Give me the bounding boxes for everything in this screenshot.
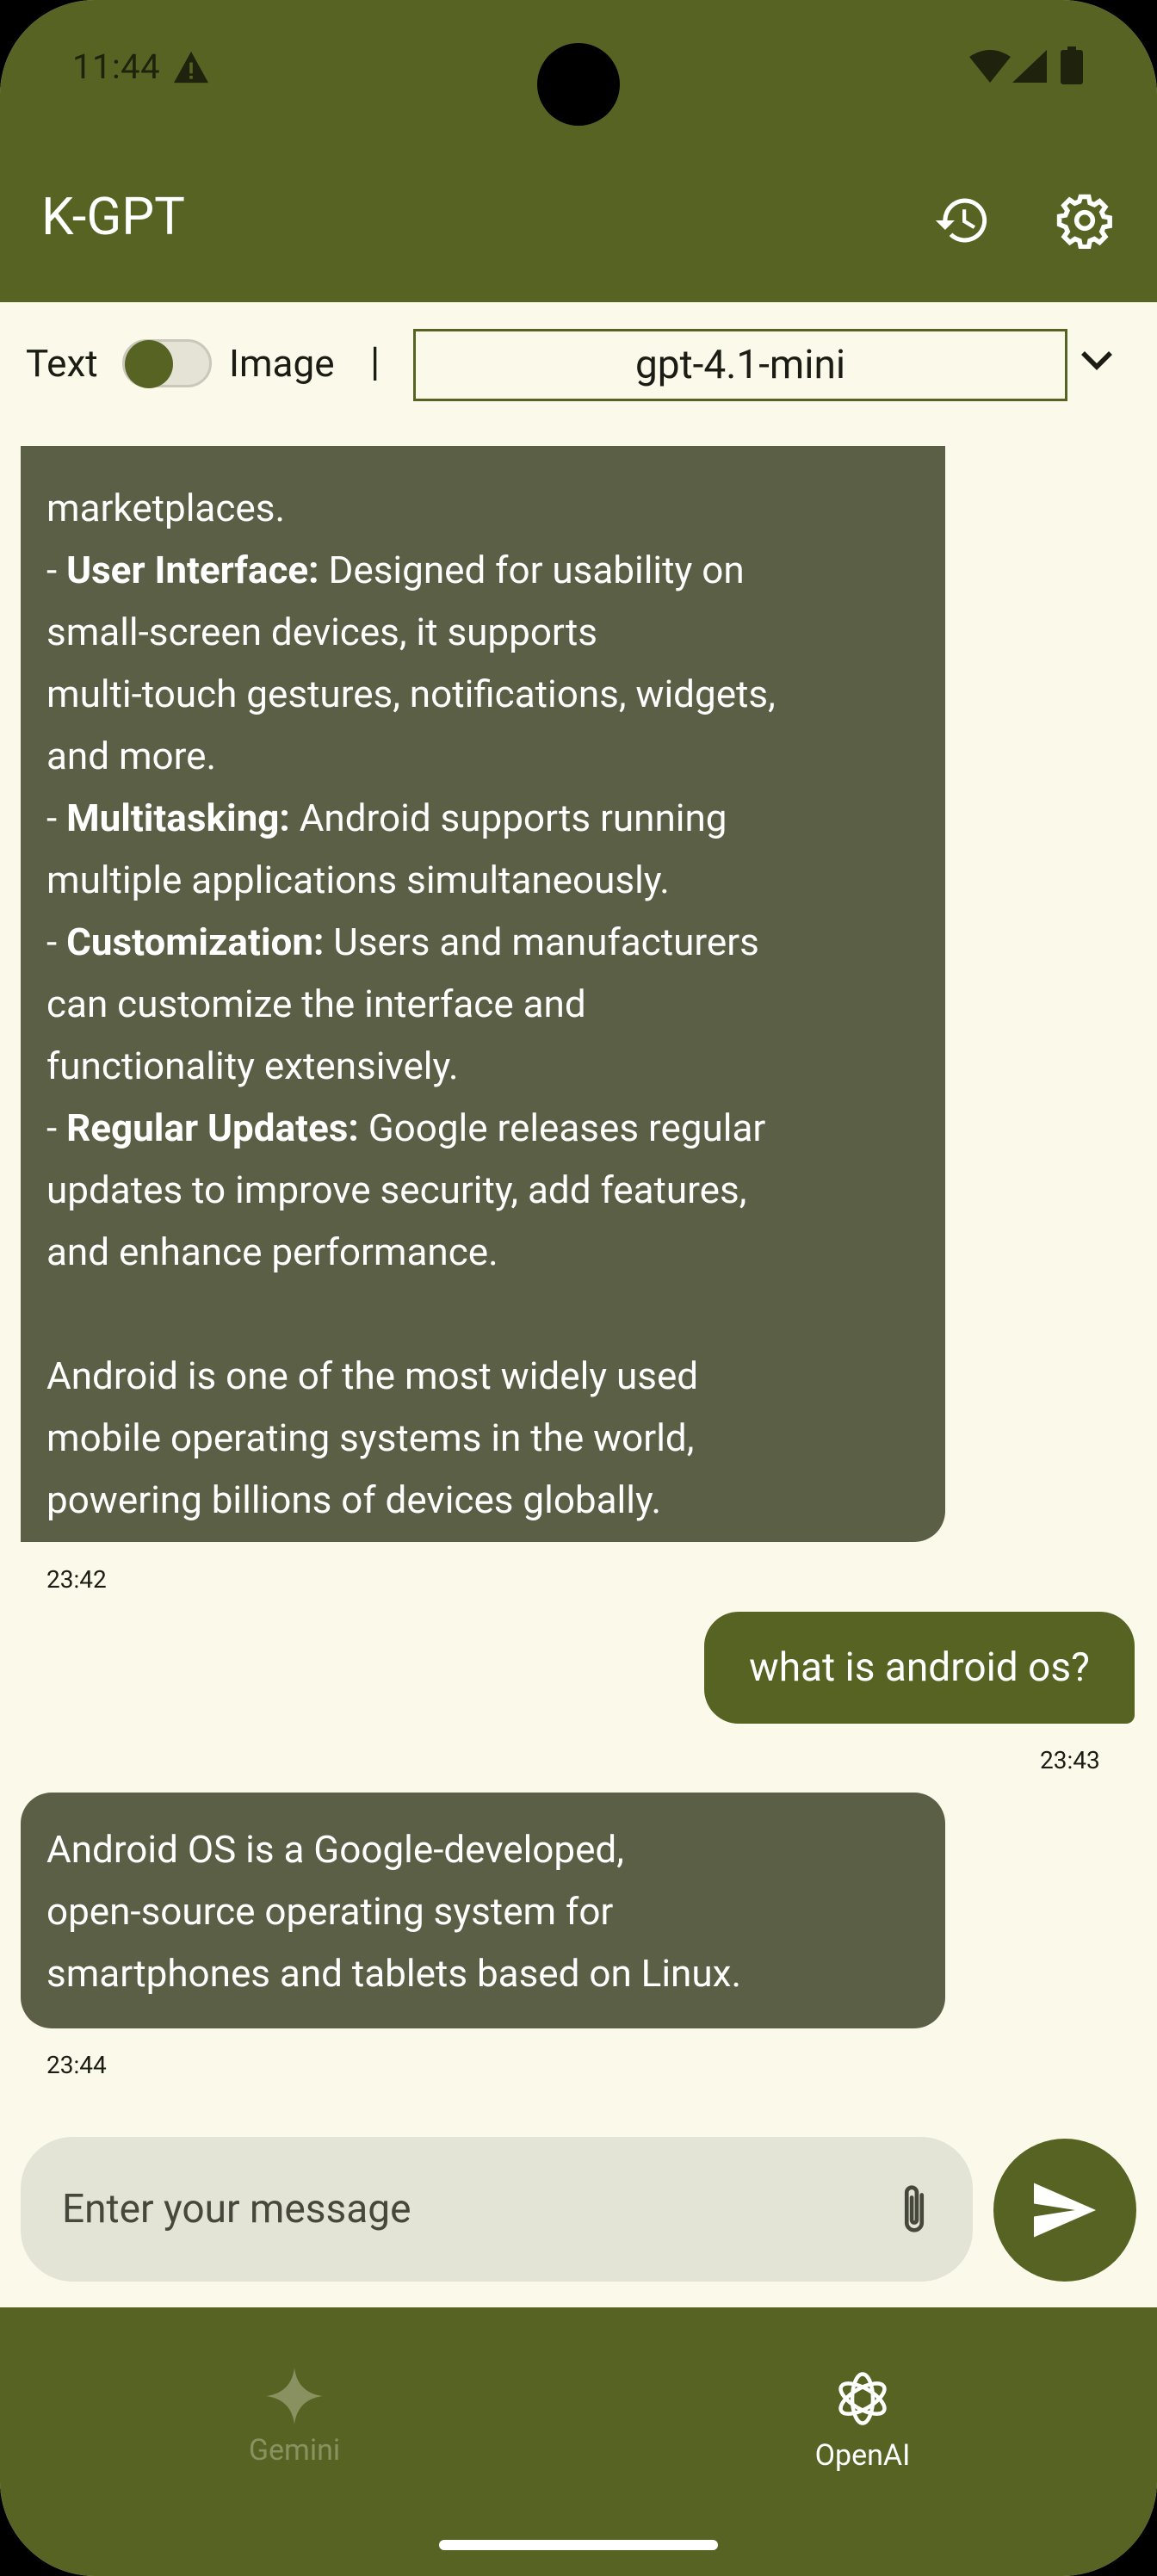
line-text: Users and manufacturers (324, 920, 759, 964)
text-mode-label: Text (26, 341, 98, 386)
assistant-message-line (46, 1283, 925, 1345)
line-prefix: - (46, 920, 67, 964)
settings-icon (1056, 194, 1112, 249)
line-bold-term: User Interface: (66, 548, 319, 592)
gemini-icon (266, 2368, 323, 2424)
settings-button[interactable] (1049, 184, 1121, 257)
chevron-down-icon[interactable] (1080, 348, 1114, 375)
nav-item-gemini[interactable]: Gemini (165, 2368, 424, 2468)
assistant-message-line: marketplaces. (46, 477, 925, 539)
text-image-toggle[interactable] (122, 339, 212, 388)
send-button[interactable] (993, 2139, 1136, 2282)
line-text: Android is one of the most widely used (46, 1353, 699, 1398)
line-bold-term: Customization: (66, 920, 325, 964)
app-title: K-GPT (41, 186, 185, 247)
message-timestamp: 23:43 (1040, 1746, 1100, 1774)
line-bold-term: Regular Updates: (66, 1105, 359, 1150)
line-prefix: - (46, 796, 67, 840)
assistant-message-line: multiple applications simultaneously. (46, 849, 925, 911)
message-input[interactable] (62, 2137, 837, 2282)
line-text: and enhance performance. (46, 1229, 498, 1274)
assistant-message-line: smartphones and tablets based on Linux. (46, 1951, 742, 1996)
assistant-message-line: and more. (46, 725, 925, 787)
line-text: multiple applications simultaneously. (46, 858, 670, 902)
openai-icon (838, 2372, 887, 2425)
line-text: marketplaces. (46, 486, 286, 530)
assistant-message-line: - Multitasking: Android supports running (46, 787, 925, 849)
assistant-message-line: powering billions of devices globally. (46, 1469, 925, 1531)
line-text: Designed for usability on (319, 548, 745, 592)
line-text: small-screen devices, it supports (46, 610, 597, 654)
message-input-container (21, 2137, 973, 2282)
user-message-bubble: what is android os? (704, 1612, 1135, 1724)
line-text: mobile operating systems in the world, (46, 1415, 695, 1460)
assistant-message-line: multi-touch gestures, notifications, wid… (46, 663, 925, 725)
toggle-knob (125, 340, 173, 388)
status-time: 11:44 (72, 46, 161, 87)
top-app-bar: 11:44 K-GPT (0, 0, 1157, 302)
line-text: and more. (46, 734, 217, 778)
assistant-message-line: - Customization: Users and manufacturers (46, 911, 925, 973)
assistant-message-line: Android is one of the most widely used (46, 1345, 925, 1407)
assistant-message-line: and enhance performance. (46, 1221, 925, 1283)
assistant-message-line: functionality extensively. (46, 1035, 925, 1097)
send-icon (1034, 2183, 1096, 2238)
assistant-message-line: - User Interface: Designed for usability… (46, 539, 925, 601)
assistant-message-line: open-source operating system for (46, 1889, 614, 1934)
message-timestamp: 23:44 (46, 2051, 107, 2079)
status-bar: 11:44 (0, 0, 1157, 138)
nav-label-openai: OpenAI (814, 2438, 911, 2473)
line-text: can customize the interface and (46, 981, 586, 1026)
image-mode-label: Image (229, 341, 335, 386)
mode-row: Text Image | gpt-4.1-mini (0, 322, 1157, 408)
line-text: Android supports running (289, 796, 727, 840)
cell-signal-icon (1012, 50, 1047, 86)
line-text: Google releases regular (358, 1105, 766, 1150)
paperclip-icon[interactable] (895, 2180, 933, 2244)
line-text: updates to improve security, add feature… (46, 1167, 747, 1212)
assistant-message-line: mobile operating systems in the world, (46, 1407, 925, 1469)
wifi-icon (969, 50, 1011, 86)
line-prefix: - (46, 1105, 67, 1150)
line-bold-term: Multitasking: (66, 796, 290, 840)
history-icon (935, 198, 987, 243)
chat-area[interactable]: marketplaces. - User Interface: Designed … (0, 446, 1157, 2125)
assistant-message-bubble: Android OS is a Google-developed, open-s… (21, 1793, 945, 2028)
line-text: functionality extensively. (46, 1043, 459, 1088)
bottom-navigation: Gemini OpenAI (0, 2307, 1157, 2576)
separator: | (370, 339, 381, 386)
assistant-message-line: - Regular Updates: Google releases regul… (46, 1097, 925, 1159)
nav-label-gemini: Gemini (248, 2433, 341, 2468)
phone-screen: 11:44 K-GPT Text Image | gpt-4.1-mini ma… (0, 0, 1157, 2576)
assistant-message-line: small-screen devices, it supports (46, 601, 925, 663)
warning-icon (172, 50, 210, 88)
assistant-message-text: marketplaces. - User Interface: Designed … (46, 477, 925, 1531)
message-timestamp: 23:42 (46, 1565, 107, 1594)
assistant-message-line: Android OS is a Google-developed, (46, 1827, 624, 1872)
nav-item-openai[interactable]: OpenAI (733, 2368, 992, 2473)
line-prefix: - (46, 548, 67, 592)
assistant-message-line: updates to improve security, add feature… (46, 1159, 925, 1221)
line-text: multi-touch gestures, notifications, wid… (46, 672, 776, 716)
camera-cutout (537, 43, 620, 126)
battery-icon (1061, 46, 1083, 88)
assistant-message-bubble: marketplaces. - User Interface: Designed … (21, 446, 945, 1542)
assistant-message-line: can customize the interface and (46, 973, 925, 1035)
model-selector[interactable]: gpt-4.1-mini (413, 329, 1067, 401)
line-text: powering billions of devices globally. (46, 1477, 662, 1522)
history-button[interactable] (926, 184, 999, 257)
home-indicator[interactable] (439, 2540, 718, 2550)
